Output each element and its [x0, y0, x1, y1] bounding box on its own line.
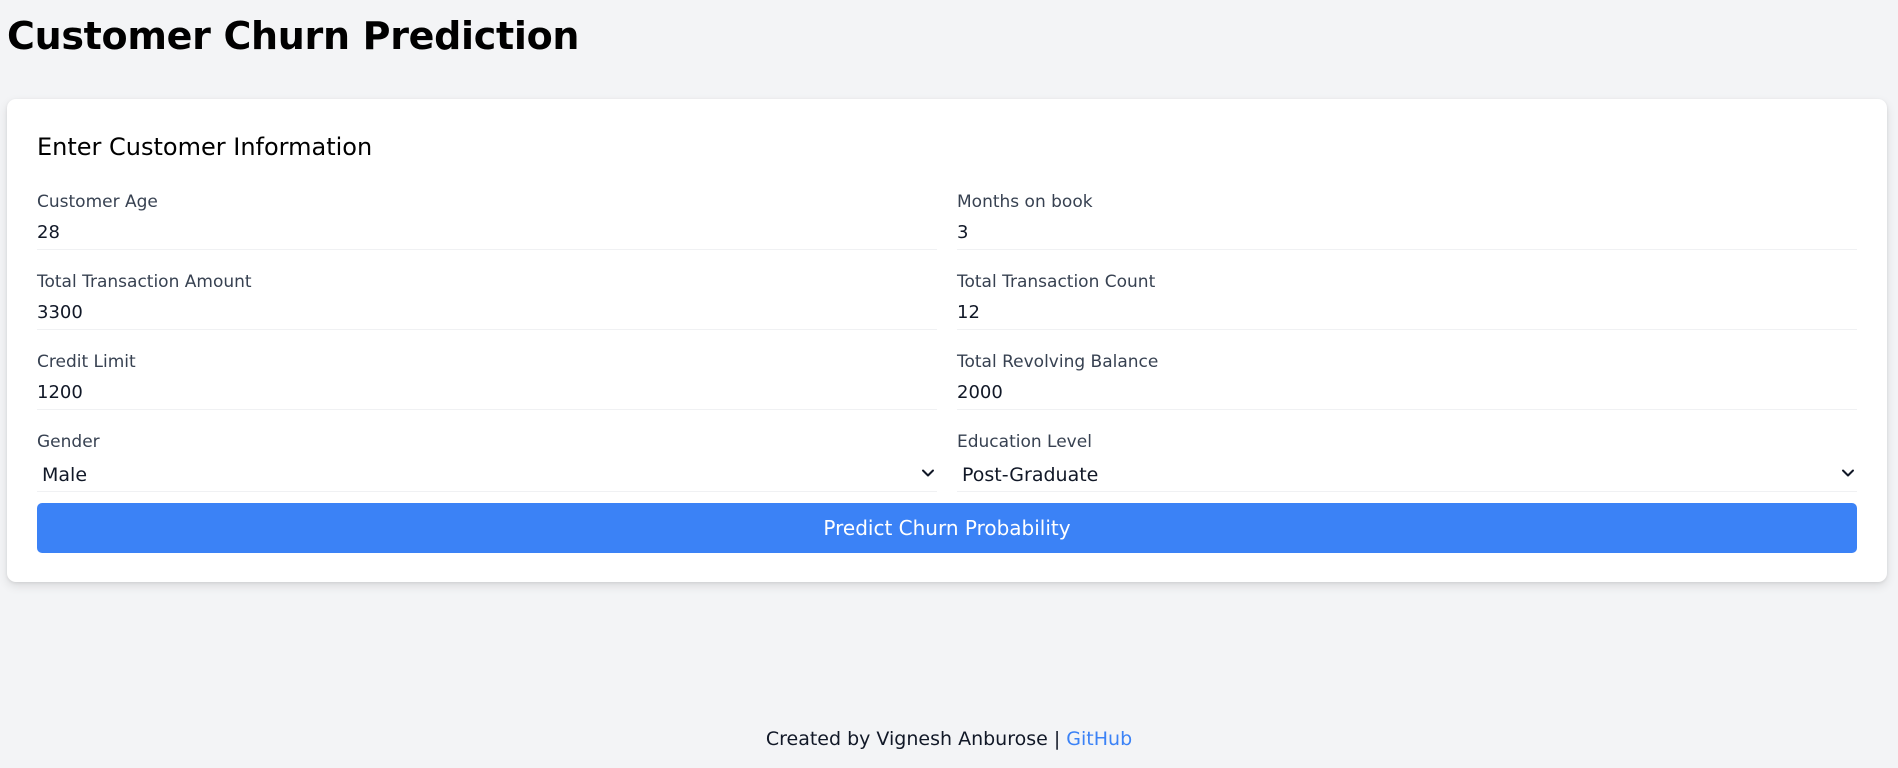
credit-limit-input[interactable] — [37, 376, 937, 410]
gender-selected-value: Male — [42, 464, 88, 486]
credit-limit-field: Credit Limit — [37, 352, 937, 422]
total-revolving-balance-field: Total Revolving Balance — [957, 352, 1857, 422]
github-link[interactable]: GitHub — [1066, 728, 1132, 750]
total-revolving-balance-input[interactable] — [957, 376, 1857, 410]
total-revolving-balance-label: Total Revolving Balance — [957, 352, 1159, 372]
months-on-book-input[interactable] — [957, 216, 1857, 250]
footer: Created by Vignesh Anburose | GitHub — [0, 728, 1898, 750]
months-on-book-field: Months on book — [957, 192, 1857, 262]
months-on-book-label: Months on book — [957, 192, 1093, 212]
total-transaction-count-input[interactable] — [957, 296, 1857, 330]
customer-age-input[interactable] — [37, 216, 937, 250]
credit-limit-label: Credit Limit — [37, 352, 136, 372]
chevron-down-icon — [922, 469, 934, 477]
total-transaction-count-label: Total Transaction Count — [957, 272, 1156, 292]
gender-label: Gender — [37, 432, 100, 452]
education-level-label: Education Level — [957, 432, 1092, 452]
education-level-field: Education Level Post-Graduate — [957, 432, 1857, 502]
gender-select[interactable]: Male — [37, 456, 937, 492]
page-title: Customer Churn Prediction — [7, 14, 580, 58]
gender-field: Gender Male — [37, 432, 937, 502]
customer-info-card: Enter Customer Information Customer Age … — [7, 99, 1887, 582]
education-level-select[interactable]: Post-Graduate — [957, 456, 1857, 492]
footer-credit: Created by Vignesh Anburose | — [765, 728, 1067, 750]
customer-age-field: Customer Age — [37, 192, 937, 262]
total-transaction-amount-input[interactable] — [37, 296, 937, 330]
chevron-down-icon — [1842, 469, 1854, 477]
total-transaction-amount-label: Total Transaction Amount — [37, 272, 252, 292]
total-transaction-count-field: Total Transaction Count — [957, 272, 1857, 342]
education-level-selected-value: Post-Graduate — [962, 464, 1099, 486]
total-transaction-amount-field: Total Transaction Amount — [37, 272, 937, 342]
customer-age-label: Customer Age — [37, 192, 158, 212]
predict-churn-button[interactable]: Predict Churn Probability — [37, 503, 1857, 553]
card-title: Enter Customer Information — [37, 133, 373, 161]
